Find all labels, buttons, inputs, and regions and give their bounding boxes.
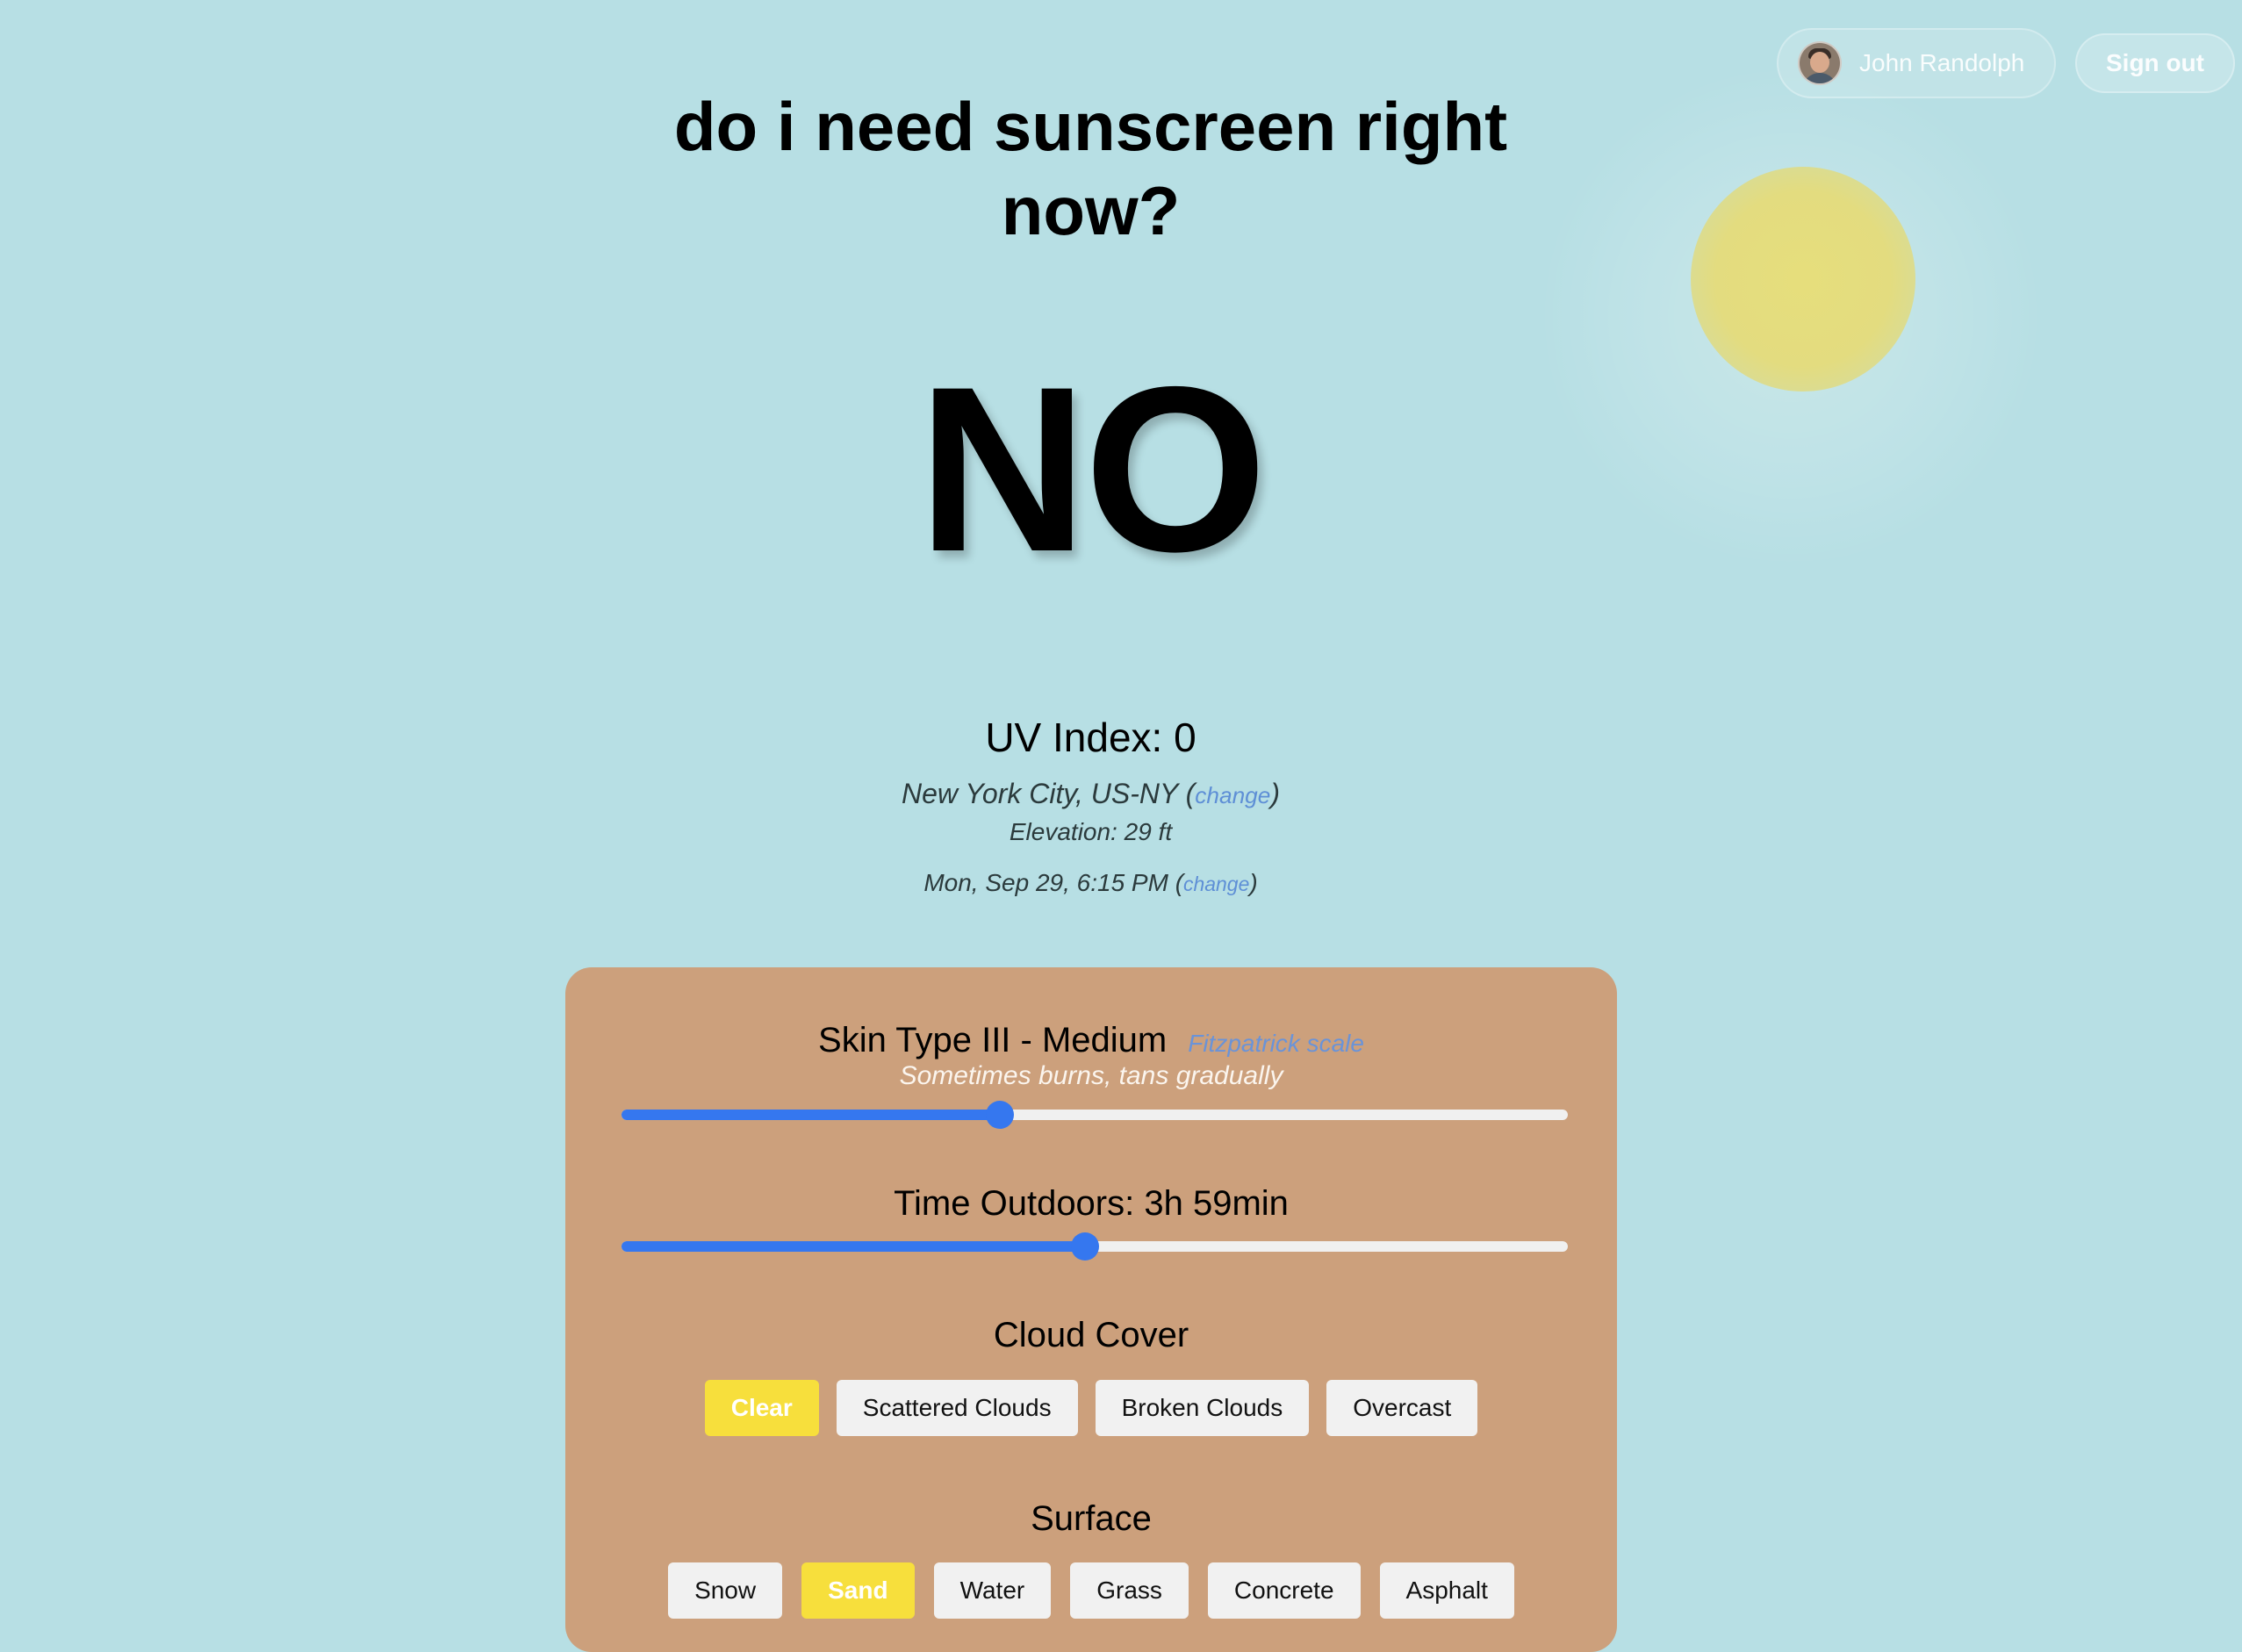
surface-option-water[interactable]: Water [933,1562,1052,1619]
location-text: New York City, US-NY [901,778,1178,809]
skin-type-title: Skin Type III - Medium [818,1021,1168,1059]
surface-option-concrete[interactable]: Concrete [1207,1562,1361,1619]
time-outdoors-slider[interactable] [622,1232,1568,1261]
slider-thumb[interactable] [1071,1232,1100,1261]
surface-label: Surface [1031,1499,1152,1538]
cloud-option-scattered-clouds[interactable]: Scattered Clouds [836,1380,1078,1436]
uv-index: UV Index: 0 [985,715,1196,760]
datetime-text: Mon, Sep 29, 6:15 PM [923,869,1168,896]
change-datetime-link[interactable]: change [1183,873,1249,895]
slider-fill [622,1110,1001,1120]
cloud-option-clear[interactable]: Clear [704,1380,819,1436]
time-outdoors-label: Time Outdoors: 3h 59min [894,1184,1289,1223]
location-line: New York City, US-NY (change) [901,778,1281,809]
surface-options: Snow Sand Water Grass Concrete Asphalt [565,1562,1617,1619]
surface-option-snow[interactable]: Snow [668,1562,783,1619]
cloud-cover-label: Cloud Cover [993,1316,1189,1354]
slider-fill [622,1241,1086,1252]
user-profile-button[interactable]: John Randolph [1777,28,2056,98]
cloud-cover-options: Clear Scattered Clouds Broken Clouds Ove… [565,1380,1617,1436]
surface-option-asphalt[interactable]: Asphalt [1379,1562,1514,1619]
datetime-line: Mon, Sep 29, 6:15 PM (change) [923,869,1258,896]
page-title: do i need sunscreen right now? [673,88,1508,249]
skin-type-description: Sometimes burns, tans gradually [899,1061,1283,1090]
slider-thumb[interactable] [986,1101,1015,1129]
change-location-link[interactable]: change [1195,782,1270,808]
surface-option-sand[interactable]: Sand [801,1562,915,1619]
surface-option-grass[interactable]: Grass [1070,1562,1189,1619]
sun-icon [1691,167,1915,391]
cloud-option-overcast[interactable]: Overcast [1326,1380,1478,1436]
fitzpatrick-scale-link[interactable]: Fitzpatrick scale [1188,1030,1364,1057]
answer-text: NO [917,337,1268,600]
skin-type-slider[interactable] [622,1101,1568,1129]
sign-out-button[interactable]: Sign out [2075,33,2235,93]
elevation-text: Elevation: 29 ft [1009,818,1173,845]
user-name: John Randolph [1859,49,2025,76]
avatar [1798,41,1842,85]
cloud-option-broken-clouds[interactable]: Broken Clouds [1095,1380,1310,1436]
